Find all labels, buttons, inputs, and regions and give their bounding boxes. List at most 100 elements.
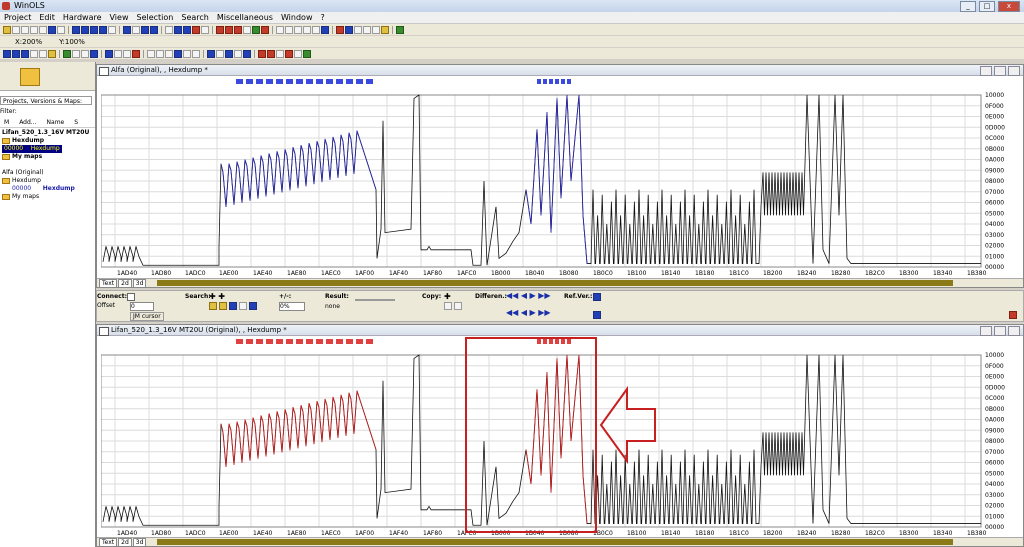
menu-view[interactable]: View xyxy=(106,12,133,23)
menu-project[interactable]: Project xyxy=(0,12,35,23)
toolbar-button-icon[interactable] xyxy=(30,25,38,34)
toolbar-button-icon[interactable] xyxy=(267,49,275,58)
toolbar-button-icon[interactable] xyxy=(147,49,155,58)
tab-3d[interactable]: 3d xyxy=(132,538,147,547)
toolbar-button-icon[interactable] xyxy=(243,25,251,34)
horizontal-scrollbar[interactable] xyxy=(157,539,953,545)
toolbar-button-icon[interactable] xyxy=(207,49,215,58)
tree-item-mymaps[interactable]: My maps xyxy=(2,153,94,161)
col-m[interactable]: M xyxy=(4,119,9,127)
zoom-y-label[interactable]: Y:100% xyxy=(59,38,85,46)
toolbar-button-icon[interactable] xyxy=(303,25,311,34)
search-option-icon[interactable] xyxy=(219,302,227,310)
toolbar-button-icon[interactable] xyxy=(108,25,116,34)
diff-nav-arrows-icon[interactable]: ◀◀ ◀ ▶ ▶▶ xyxy=(506,291,551,300)
toolbar-button-icon[interactable] xyxy=(123,49,131,58)
zoom-x-label[interactable]: X:200% xyxy=(15,38,42,46)
toolbar-button-icon[interactable] xyxy=(150,25,158,34)
ref-version-2-icon[interactable] xyxy=(593,311,601,319)
toolbar-button-icon[interactable] xyxy=(141,25,149,34)
toolbar-button-icon[interactable] xyxy=(381,25,389,34)
toolbar-button-icon[interactable] xyxy=(294,25,302,34)
toolbar-button-icon[interactable] xyxy=(105,49,113,58)
copy-option-icon[interactable] xyxy=(444,302,452,310)
menu-search[interactable]: Search xyxy=(177,12,212,23)
toolbar-button-icon[interactable] xyxy=(216,25,224,34)
toolbar-button-icon[interactable] xyxy=(12,25,20,34)
tree-item-selected[interactable]: 00000 Hexdump xyxy=(2,145,94,153)
search-option-icon[interactable] xyxy=(239,302,247,310)
toolbar-button-icon[interactable] xyxy=(48,25,56,34)
toolbar-button-icon[interactable] xyxy=(345,25,353,34)
version-name[interactable]: Alfa (Original) xyxy=(2,169,94,177)
toolbar-button-icon[interactable] xyxy=(363,25,371,34)
toolbar-button-icon[interactable] xyxy=(3,25,11,34)
toolbar-button-icon[interactable] xyxy=(39,49,47,58)
version-item-hexdump[interactable]: Hexdump xyxy=(2,177,94,185)
toolbar-button-icon[interactable] xyxy=(336,25,344,34)
diff-nav-arrows-2-icon[interactable]: ◀◀ ◀ ▶ ▶▶ xyxy=(506,308,551,317)
toolbar-button-icon[interactable] xyxy=(294,49,302,58)
toolbar-button-icon[interactable] xyxy=(39,25,47,34)
toolbar-button-icon[interactable] xyxy=(165,25,173,34)
toolbar-button-icon[interactable] xyxy=(3,49,11,58)
toolbar-button-icon[interactable] xyxy=(234,25,242,34)
tab-3d[interactable]: 3d xyxy=(132,279,147,288)
col-name[interactable]: Name xyxy=(47,119,65,127)
open-folder-icon[interactable] xyxy=(20,68,40,86)
ref-version-icon[interactable] xyxy=(593,293,601,301)
toolbar-button-icon[interactable] xyxy=(72,25,80,34)
toolbar-button-icon[interactable] xyxy=(312,25,320,34)
toolbar-button-icon[interactable] xyxy=(303,49,311,58)
toolbar-button-icon[interactable] xyxy=(243,49,251,58)
hexdump-2d-plot-top[interactable]: 10000 0F000 0E000 0D000 0C000 0B000 0A000 09000… xyxy=(101,77,1019,279)
toolbar-button-icon[interactable] xyxy=(321,25,329,34)
toolbar-button-icon[interactable] xyxy=(165,49,173,58)
toolbar-button-icon[interactable] xyxy=(183,25,191,34)
toolbar-button-icon[interactable] xyxy=(63,49,71,58)
toolbar-button-icon[interactable] xyxy=(225,25,233,34)
menu-edit[interactable]: Edit xyxy=(35,12,59,23)
project-name[interactable]: Lifan_520_1.3_16V MT20U xyxy=(2,129,94,137)
result-slider[interactable] xyxy=(355,299,395,301)
version-item-mymaps[interactable]: My maps xyxy=(2,193,94,201)
toolbar-button-icon[interactable] xyxy=(252,25,260,34)
toolbar-button-icon[interactable] xyxy=(396,25,404,34)
search-arrows-icon[interactable]: ✚ ✚ xyxy=(209,292,225,301)
toolbar-button-icon[interactable] xyxy=(156,49,164,58)
horizontal-scrollbar[interactable] xyxy=(157,280,953,286)
toolbar-button-icon[interactable] xyxy=(285,49,293,58)
toolbar-button-icon[interactable] xyxy=(132,25,140,34)
toolbar-button-icon[interactable] xyxy=(258,49,266,58)
toolbar-button-icon[interactable] xyxy=(372,25,380,34)
offset-input[interactable]: 0 xyxy=(130,302,154,311)
search-option-icon[interactable] xyxy=(229,302,237,310)
toolbar-button-icon[interactable] xyxy=(174,25,182,34)
tree-item-hexdump[interactable]: Hexdump xyxy=(2,137,94,145)
close-button[interactable] xyxy=(1008,66,1020,76)
toolbar-button-icon[interactable] xyxy=(276,49,284,58)
toolbar-button-icon[interactable] xyxy=(261,25,269,34)
maximize-button[interactable] xyxy=(994,326,1006,336)
toolbar-button-icon[interactable] xyxy=(216,49,224,58)
maximize-button[interactable] xyxy=(994,66,1006,76)
toolbar-button-icon[interactable] xyxy=(123,25,131,34)
toolbar-button-icon[interactable] xyxy=(81,49,89,58)
toolbar-button-icon[interactable] xyxy=(132,49,140,58)
tab-2d[interactable]: 2d xyxy=(118,538,132,547)
toolbar-button-icon[interactable] xyxy=(192,25,200,34)
toolbar-button-icon[interactable] xyxy=(30,49,38,58)
menu-miscellaneous[interactable]: Miscellaneous xyxy=(213,12,277,23)
toolbar-button-icon[interactable] xyxy=(90,49,98,58)
toolbar-button-icon[interactable] xyxy=(72,49,80,58)
search-option-icon[interactable] xyxy=(249,302,257,310)
toolbar-button-icon[interactable] xyxy=(354,25,362,34)
toolbar-button-icon[interactable] xyxy=(183,49,191,58)
toolbar-button-icon[interactable] xyxy=(21,25,29,34)
toolbar-button-icon[interactable] xyxy=(174,49,182,58)
toolbar-button-icon[interactable] xyxy=(276,25,284,34)
maximize-button[interactable]: □ xyxy=(979,1,995,12)
minimize-button[interactable] xyxy=(980,66,992,76)
minimize-button[interactable]: _ xyxy=(960,1,976,12)
menu-window[interactable]: Window xyxy=(277,12,317,23)
